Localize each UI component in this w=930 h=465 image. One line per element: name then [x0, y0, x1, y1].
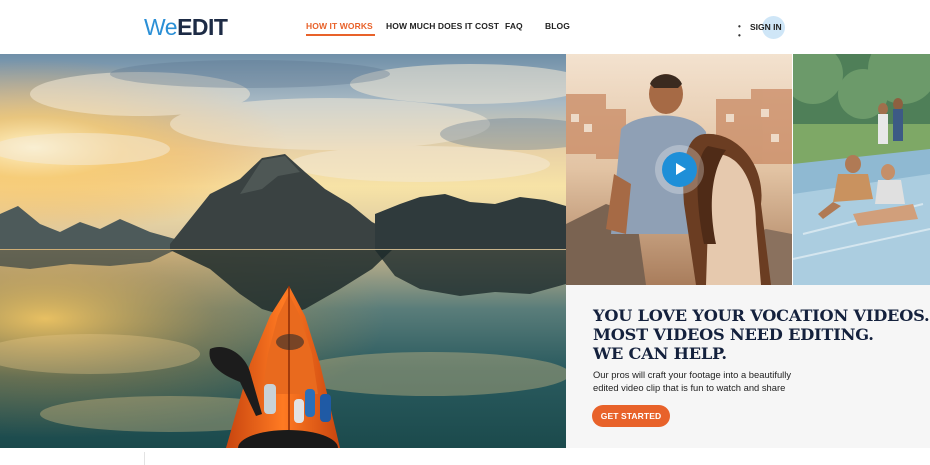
nav-blog[interactable]: BLOG: [545, 21, 570, 31]
section-divider: [144, 452, 145, 465]
site-header: WeEDIT HOW IT WORKS HOW MUCH DOES IT COS…: [0, 0, 930, 54]
nav-faq[interactable]: FAQ: [505, 21, 523, 31]
nav-how-much-does-it-cost[interactable]: HOW MUCH DOES IT COST: [386, 21, 499, 31]
promo-description: Our pros will craft your footage into a …: [593, 368, 813, 394]
promo-headline: YOU LOVE YOUR VOCATION VIDEOS. MOST VIDE…: [593, 306, 930, 363]
promo-panel: YOU LOVE YOUR VOCATION VIDEOS. MOST VIDE…: [566, 285, 930, 448]
logo-edit: EDIT: [177, 14, 228, 40]
nav-how-it-works[interactable]: HOW IT WORKS: [306, 21, 375, 36]
play-video-button[interactable]: [662, 152, 697, 187]
promo-description-line-2: edited video clip that is fun to watch a…: [593, 382, 786, 393]
water-slide-illustration: [793, 54, 930, 285]
logo-we: We: [144, 14, 178, 40]
headline-line-2: MOST VIDEOS NEED EDITING.: [593, 325, 874, 344]
headline-line-1: YOU LOVE YOUR VOCATION VIDEOS.: [593, 306, 930, 325]
get-started-button[interactable]: GET STARTED: [592, 405, 670, 427]
headline-line-3: WE CAN HELP.: [593, 344, 727, 363]
kayak-lake-illustration: [0, 54, 566, 448]
next-section-strip: [0, 448, 930, 465]
dots-icon: • •: [738, 22, 742, 40]
logo[interactable]: WeEDIT: [144, 14, 228, 41]
hero-image-kayak: [0, 54, 566, 448]
promo-description-line-1: Our pros will craft your footage into a …: [593, 369, 792, 380]
video-thumbnail-water-slide[interactable]: [793, 54, 930, 285]
sign-in-label: SIGN IN: [750, 22, 782, 32]
